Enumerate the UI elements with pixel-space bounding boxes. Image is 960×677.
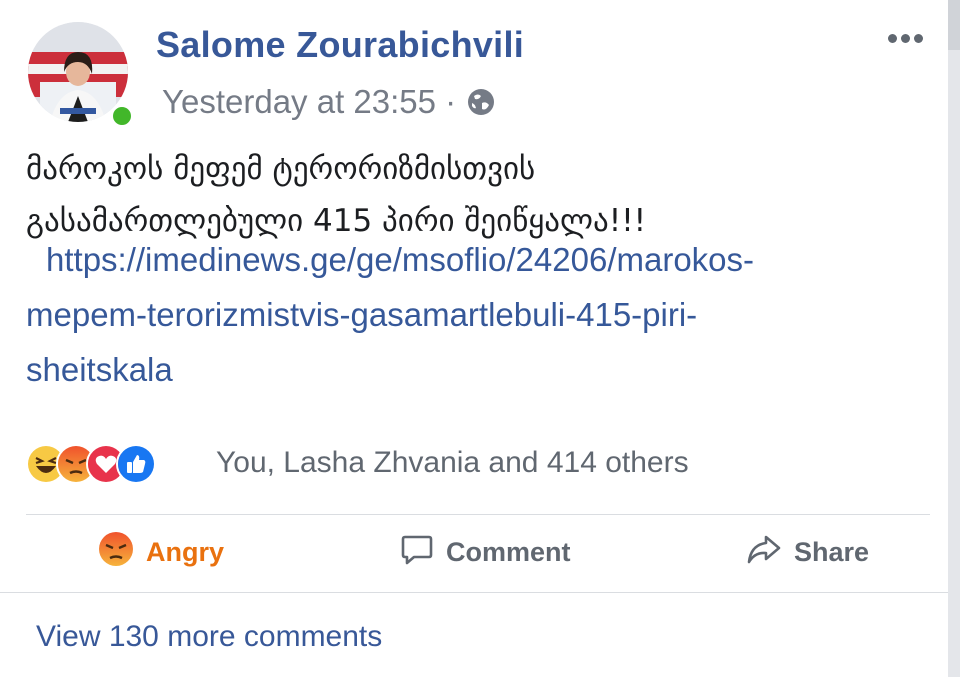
post-card: Salome Zourabichvili Yesterday at 23:55 … bbox=[0, 0, 948, 677]
post-text-line: მაროკოს მეფემ ტერორიზმისთვის bbox=[26, 151, 536, 187]
share-label: Share bbox=[794, 536, 870, 567]
share-button[interactable]: Share bbox=[746, 530, 869, 574]
angry-label: Angry bbox=[146, 536, 225, 567]
like-icon bbox=[116, 444, 156, 484]
comment-button[interactable]: Comment bbox=[400, 530, 571, 574]
post-link-line[interactable]: mepem-terorizmistvis-gasamartlebuli-415-… bbox=[26, 287, 906, 342]
globe-icon[interactable] bbox=[466, 87, 496, 117]
post-link-line[interactable]: sheitskala bbox=[26, 342, 906, 397]
angry-icon bbox=[98, 531, 134, 574]
divider bbox=[0, 592, 948, 593]
view-more-comments-link[interactable]: View 130 more comments bbox=[36, 620, 382, 654]
page-background-edge bbox=[948, 0, 960, 677]
reaction-icons[interactable] bbox=[26, 442, 156, 486]
angry-reaction-button[interactable]: Angry bbox=[98, 530, 224, 574]
comment-label: Comment bbox=[446, 536, 571, 567]
divider bbox=[26, 514, 930, 515]
post-link[interactable]: https://imedinews.ge/ge/msoflio/24206/ma… bbox=[26, 232, 906, 397]
more-options-icon[interactable] bbox=[888, 34, 923, 43]
post-timestamp[interactable]: Yesterday at 23:55 · bbox=[162, 83, 456, 121]
reactions-summary[interactable]: You, Lasha Zhvania and 414 others bbox=[216, 446, 689, 480]
comment-icon bbox=[400, 532, 434, 573]
online-status-indicator bbox=[110, 104, 134, 128]
page-background-edge bbox=[948, 0, 960, 50]
author-name-link[interactable]: Salome Zourabichvili bbox=[156, 24, 524, 66]
share-icon bbox=[746, 532, 782, 573]
post-meta: Yesterday at 23:55 · bbox=[162, 82, 496, 122]
post-link-line[interactable]: https://imedinews.ge/ge/msoflio/24206/ma… bbox=[46, 241, 754, 278]
